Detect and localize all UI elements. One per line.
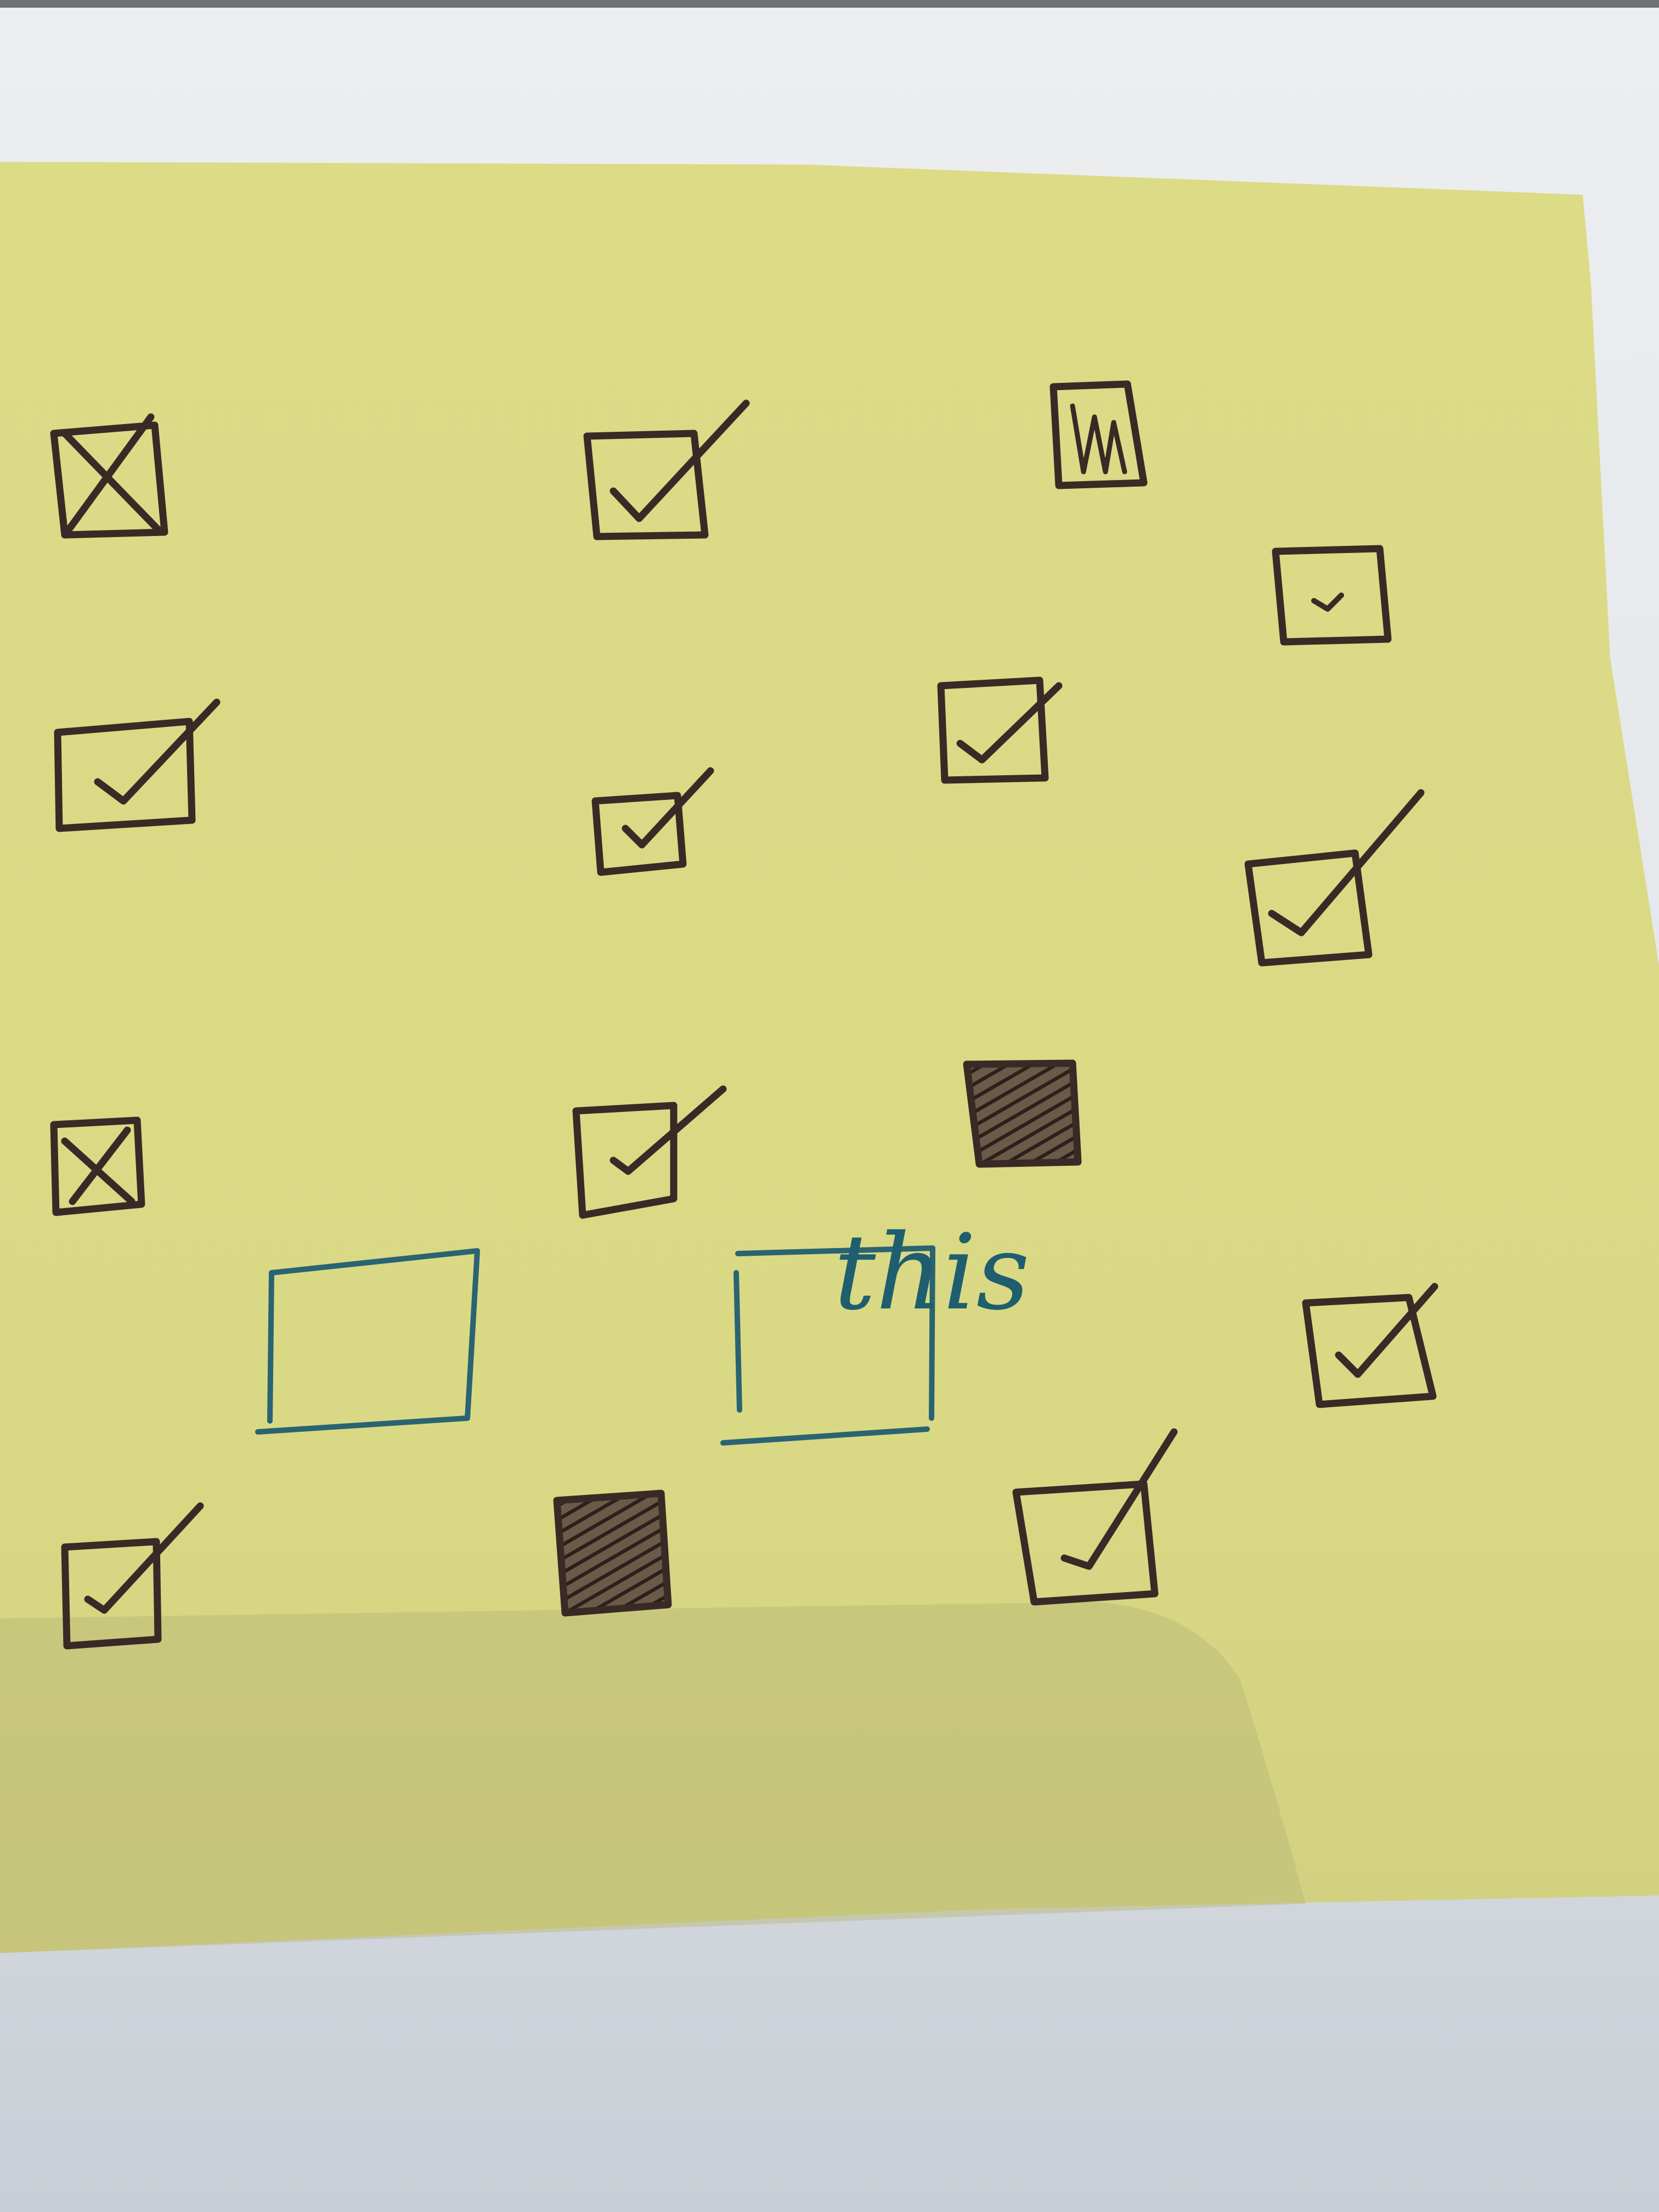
top-edge-shadow xyxy=(0,0,1659,8)
sticky-note xyxy=(0,162,1659,1953)
this-annotation: this xyxy=(834,1212,1030,1333)
hatched-box xyxy=(963,1059,1082,1168)
hatched-box xyxy=(553,1489,672,1617)
photo-scene: this xyxy=(0,0,1659,1953)
